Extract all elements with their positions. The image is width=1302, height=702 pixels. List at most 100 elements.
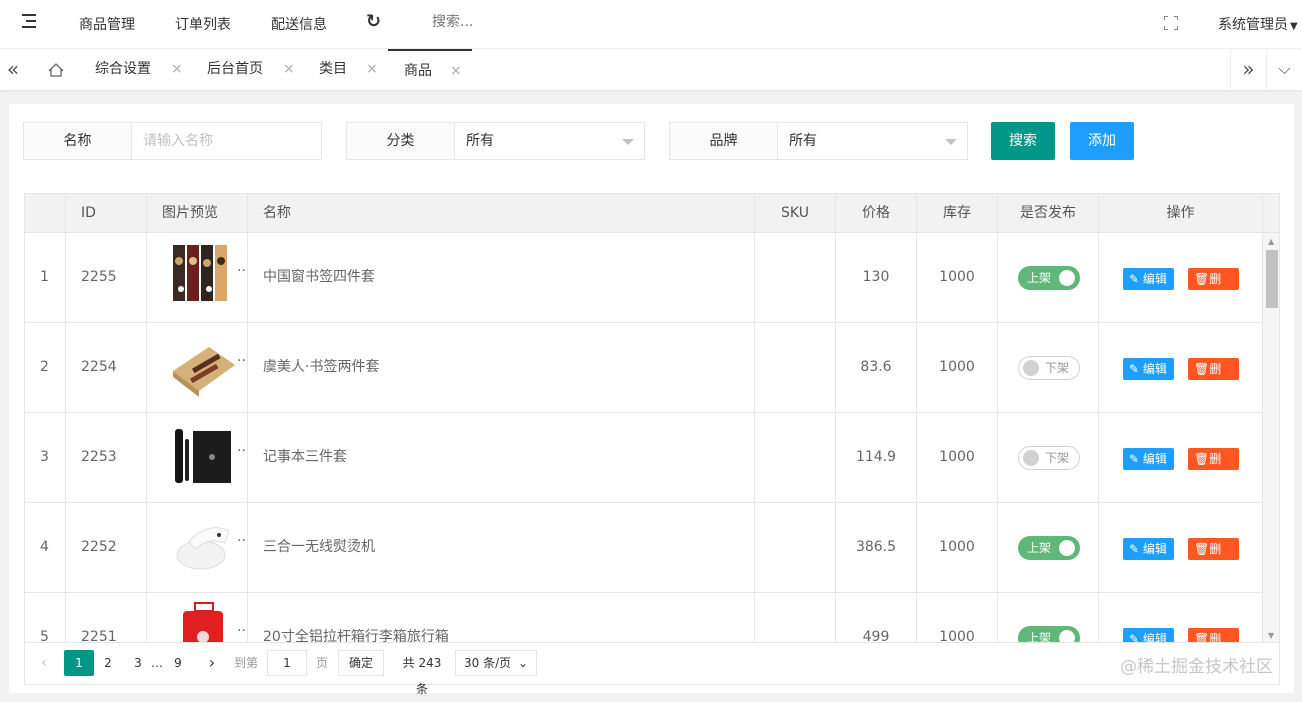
delete-button[interactable]: 🗑删除 (1188, 538, 1239, 578)
row-index: 1 (25, 233, 66, 322)
goto-page-input[interactable]: 1 (267, 650, 307, 676)
next-page-icon[interactable]: › (205, 650, 219, 676)
nav-item-orders[interactable]: 订单列表 (175, 14, 231, 34)
row-stock: 1000 (917, 593, 998, 642)
top-search-input[interactable] (432, 14, 612, 30)
menu-fold-icon[interactable] (22, 14, 40, 32)
delete-button[interactable]: 🗑删除 (1188, 268, 1239, 308)
brand-filter-label: 品牌 (670, 123, 778, 159)
product-thumbnail[interactable] (169, 241, 239, 313)
thumb-more: ·· (237, 623, 246, 639)
edit-button[interactable]: ✎ 编辑 (1123, 538, 1174, 560)
table-scrollbar[interactable]: ▲ ▼ (1262, 233, 1279, 642)
row-name: 三合一无线熨烫机 (248, 503, 755, 592)
edit-button[interactable]: ✎ 编辑 (1123, 268, 1174, 290)
goto-label: 到第 (233, 656, 258, 670)
edit-button-label: 编辑 (1142, 632, 1167, 643)
publish-toggle[interactable]: 上架 (1018, 626, 1080, 643)
publish-toggle[interactable]: 下架 (1018, 356, 1080, 380)
table-body: 1 2255 ·· 中国窗书签四件套 130 1000 上架 ✎ 编辑 🗑删除 … (25, 233, 1262, 643)
tab-close-icon[interactable]: × (366, 49, 378, 89)
tab-close-icon[interactable]: × (283, 49, 295, 89)
th-stock: 库存 (917, 194, 998, 233)
tab-close-icon[interactable]: × (450, 51, 462, 91)
prev-page-icon[interactable]: ‹ (37, 650, 51, 676)
nav-item-delivery[interactable]: 配送信息 (271, 14, 327, 34)
caret-down-icon (945, 139, 957, 145)
row-name: 20寸全铝拉杆箱行李箱旅行箱 (248, 593, 755, 642)
row-image-cell: ·· (147, 413, 248, 502)
pencil-icon: ✎ (1129, 542, 1140, 556)
scroll-up-icon[interactable]: ▲ (1268, 237, 1274, 246)
publish-toggle-label: 上架 (1027, 541, 1052, 555)
refresh-icon[interactable]: ↻ (366, 11, 381, 32)
row-actions-cell: ✎ 编辑 🗑删除 (1099, 503, 1262, 592)
delete-button[interactable]: 🗑删除 (1188, 448, 1239, 488)
fullscreen-icon[interactable] (1164, 16, 1178, 30)
tab-label: 商品 (404, 63, 432, 79)
add-button[interactable]: 添加 (1070, 122, 1134, 160)
publish-toggle[interactable]: 上架 (1018, 536, 1080, 560)
delete-button[interactable]: 🗑删除 (1188, 358, 1239, 398)
edit-button-label: 编辑 (1142, 452, 1167, 466)
edit-button[interactable]: ✎ 编辑 (1123, 448, 1174, 470)
trash-icon: 🗑 (1194, 452, 1210, 466)
category-select[interactable]: 所有 (455, 123, 644, 159)
page-9[interactable]: 9 (171, 650, 185, 676)
pencil-icon: ✎ (1129, 632, 1140, 643)
tabs-menu-chevron-icon[interactable]: ⌵ (1266, 49, 1302, 90)
thumb-more: ·· (237, 443, 246, 459)
row-sku (755, 323, 836, 412)
product-thumbnail[interactable] (169, 421, 239, 493)
tabs-next-icon[interactable]: » (1230, 49, 1266, 90)
tabs-prev-icon[interactable]: « (0, 49, 26, 90)
tab-label: 综合设置 (95, 61, 151, 77)
page-2[interactable]: 2 (101, 650, 115, 676)
user-menu[interactable]: 系统管理员 ▼ (1218, 14, 1298, 34)
scrollbar-thumb[interactable] (1266, 250, 1278, 308)
name-filter-input[interactable]: 请输入名称 (132, 123, 321, 159)
product-thumbnail[interactable] (169, 601, 239, 643)
brand-select-value: 所有 (789, 133, 817, 149)
th-actions: 操作 (1099, 194, 1263, 233)
trash-icon: 🗑 (1194, 632, 1210, 643)
tab-category[interactable]: 类目 × (303, 49, 387, 90)
row-stock: 1000 (917, 323, 998, 412)
edit-button-label: 编辑 (1142, 272, 1167, 286)
publish-toggle-label: 上架 (1027, 631, 1052, 643)
nav-item-products[interactable]: 商品管理 (79, 14, 135, 34)
brand-select[interactable]: 所有 (778, 123, 967, 159)
edit-button[interactable]: ✎ 编辑 (1123, 358, 1174, 380)
page-1[interactable]: 1 (64, 650, 94, 676)
tab-dashboard[interactable]: 后台首页 × (191, 49, 303, 90)
home-tab[interactable] (38, 49, 74, 90)
publish-toggle[interactable]: 下架 (1018, 446, 1080, 470)
row-published-cell: 下架 (998, 413, 1099, 502)
publish-toggle[interactable]: 上架 (1018, 266, 1080, 290)
page-unit-label: 页 (315, 656, 328, 670)
row-actions-cell: ✎ 编辑 🗑删除 (1099, 413, 1262, 502)
goto-confirm-button[interactable]: 确定 (338, 650, 384, 676)
edit-button[interactable]: ✎ 编辑 (1123, 628, 1174, 643)
tab-settings[interactable]: 综合设置 × (79, 49, 191, 90)
row-price: 386.5 (836, 503, 917, 592)
product-thumbnail[interactable] (169, 331, 239, 403)
th-price: 价格 (836, 194, 917, 233)
watermark: @稀土掘金技术社区 (1120, 657, 1273, 677)
page-size-select[interactable]: 30 条/页 ⌄ (455, 650, 537, 676)
th-image: 图片预览 (147, 194, 248, 233)
search-button[interactable]: 搜索 (991, 122, 1055, 160)
tab-products[interactable]: 商品 × (388, 49, 472, 90)
page-3[interactable]: 3 (131, 650, 145, 676)
product-thumbnail[interactable] (169, 511, 239, 583)
scroll-down-icon[interactable]: ▼ (1268, 631, 1274, 640)
tab-close-icon[interactable]: × (171, 49, 183, 89)
row-published-cell: 上架 (998, 593, 1099, 643)
row-sku (755, 593, 836, 642)
publish-toggle-label: 上架 (1027, 271, 1052, 285)
delete-button[interactable]: 🗑删除 (1188, 628, 1239, 643)
page-size-value: 30 条/页 (464, 656, 512, 670)
row-image-cell: ·· (147, 323, 248, 412)
table-row: 5 2251 ·· 20寸全铝拉杆箱行李箱旅行箱 499 1000 上架 ✎ 编… (25, 593, 1262, 643)
name-filter: 名称 请输入名称 (23, 122, 322, 160)
